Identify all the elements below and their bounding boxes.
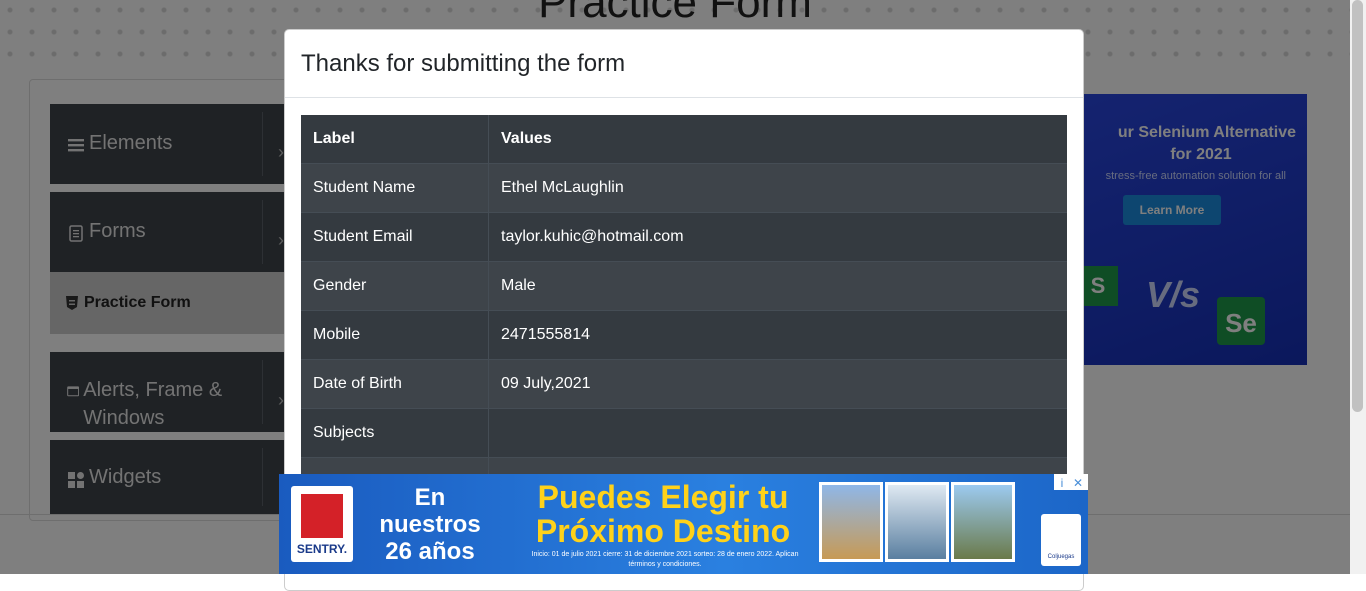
- results-table: Label Values Student Name Ethel McLaughl…: [301, 115, 1067, 506]
- row-label: Gender: [301, 261, 489, 311]
- table-row: Gender Male: [301, 261, 1067, 311]
- row-label: Student Email: [301, 212, 489, 262]
- destination-photo: [819, 482, 883, 562]
- table-row: Student Name Ethel McLaughlin: [301, 163, 1067, 213]
- adchoices-icon[interactable]: i: [1054, 475, 1070, 491]
- scrollbar-thumb[interactable]: [1352, 0, 1363, 412]
- table-row: Subjects: [301, 408, 1067, 458]
- row-value: 2471555814: [488, 310, 1067, 360]
- row-label: Date of Birth: [301, 359, 489, 409]
- column-header-label: Label: [301, 115, 489, 164]
- sentry-logo: SENTRY.: [291, 486, 353, 562]
- table-row: Student Email taylor.kuhic@hotmail.com: [301, 212, 1067, 262]
- ad-left-text: En nuestros 26 años: [379, 484, 481, 565]
- row-value: Ethel McLaughlin: [488, 163, 1067, 213]
- row-value: 09 July,2021: [488, 359, 1067, 409]
- row-value: taylor.kuhic@hotmail.com: [488, 212, 1067, 262]
- advertisement-bottom[interactable]: SENTRY. En nuestros 26 años Puedes Elegi…: [279, 474, 1088, 574]
- row-label: Mobile: [301, 310, 489, 360]
- sentry-brand-text: SENTRY.: [296, 542, 348, 556]
- row-value: [488, 408, 1067, 458]
- row-label: Subjects: [301, 408, 489, 458]
- modal-title: Thanks for submitting the form: [301, 50, 626, 77]
- column-header-values: Values: [488, 115, 1067, 164]
- row-value: Male: [488, 261, 1067, 311]
- ad-fine-print: Inicio: 01 de julio 2021 cierre: 31 de d…: [531, 551, 799, 568]
- row-label: Student Name: [301, 163, 489, 213]
- table-row: Date of Birth 09 July,2021: [301, 359, 1067, 409]
- table-header-row: Label Values: [301, 115, 1067, 164]
- ad-headline: Puedes Elegir tu Próximo Destino: [535, 479, 791, 549]
- table-row: Mobile 2471555814: [301, 310, 1067, 360]
- destination-photo: [885, 482, 949, 562]
- destination-photo: [951, 482, 1015, 562]
- results-table-wrapper: Label Values Student Name Ethel McLaughl…: [301, 115, 1067, 551]
- coljuegos-badge: Coljuegas: [1041, 514, 1081, 566]
- page-scrollbar[interactable]: [1350, 0, 1366, 574]
- ad-controls: i ✕: [1054, 474, 1088, 490]
- modal-header: Thanks for submitting the form: [285, 30, 1083, 98]
- close-icon[interactable]: ✕: [1070, 475, 1086, 491]
